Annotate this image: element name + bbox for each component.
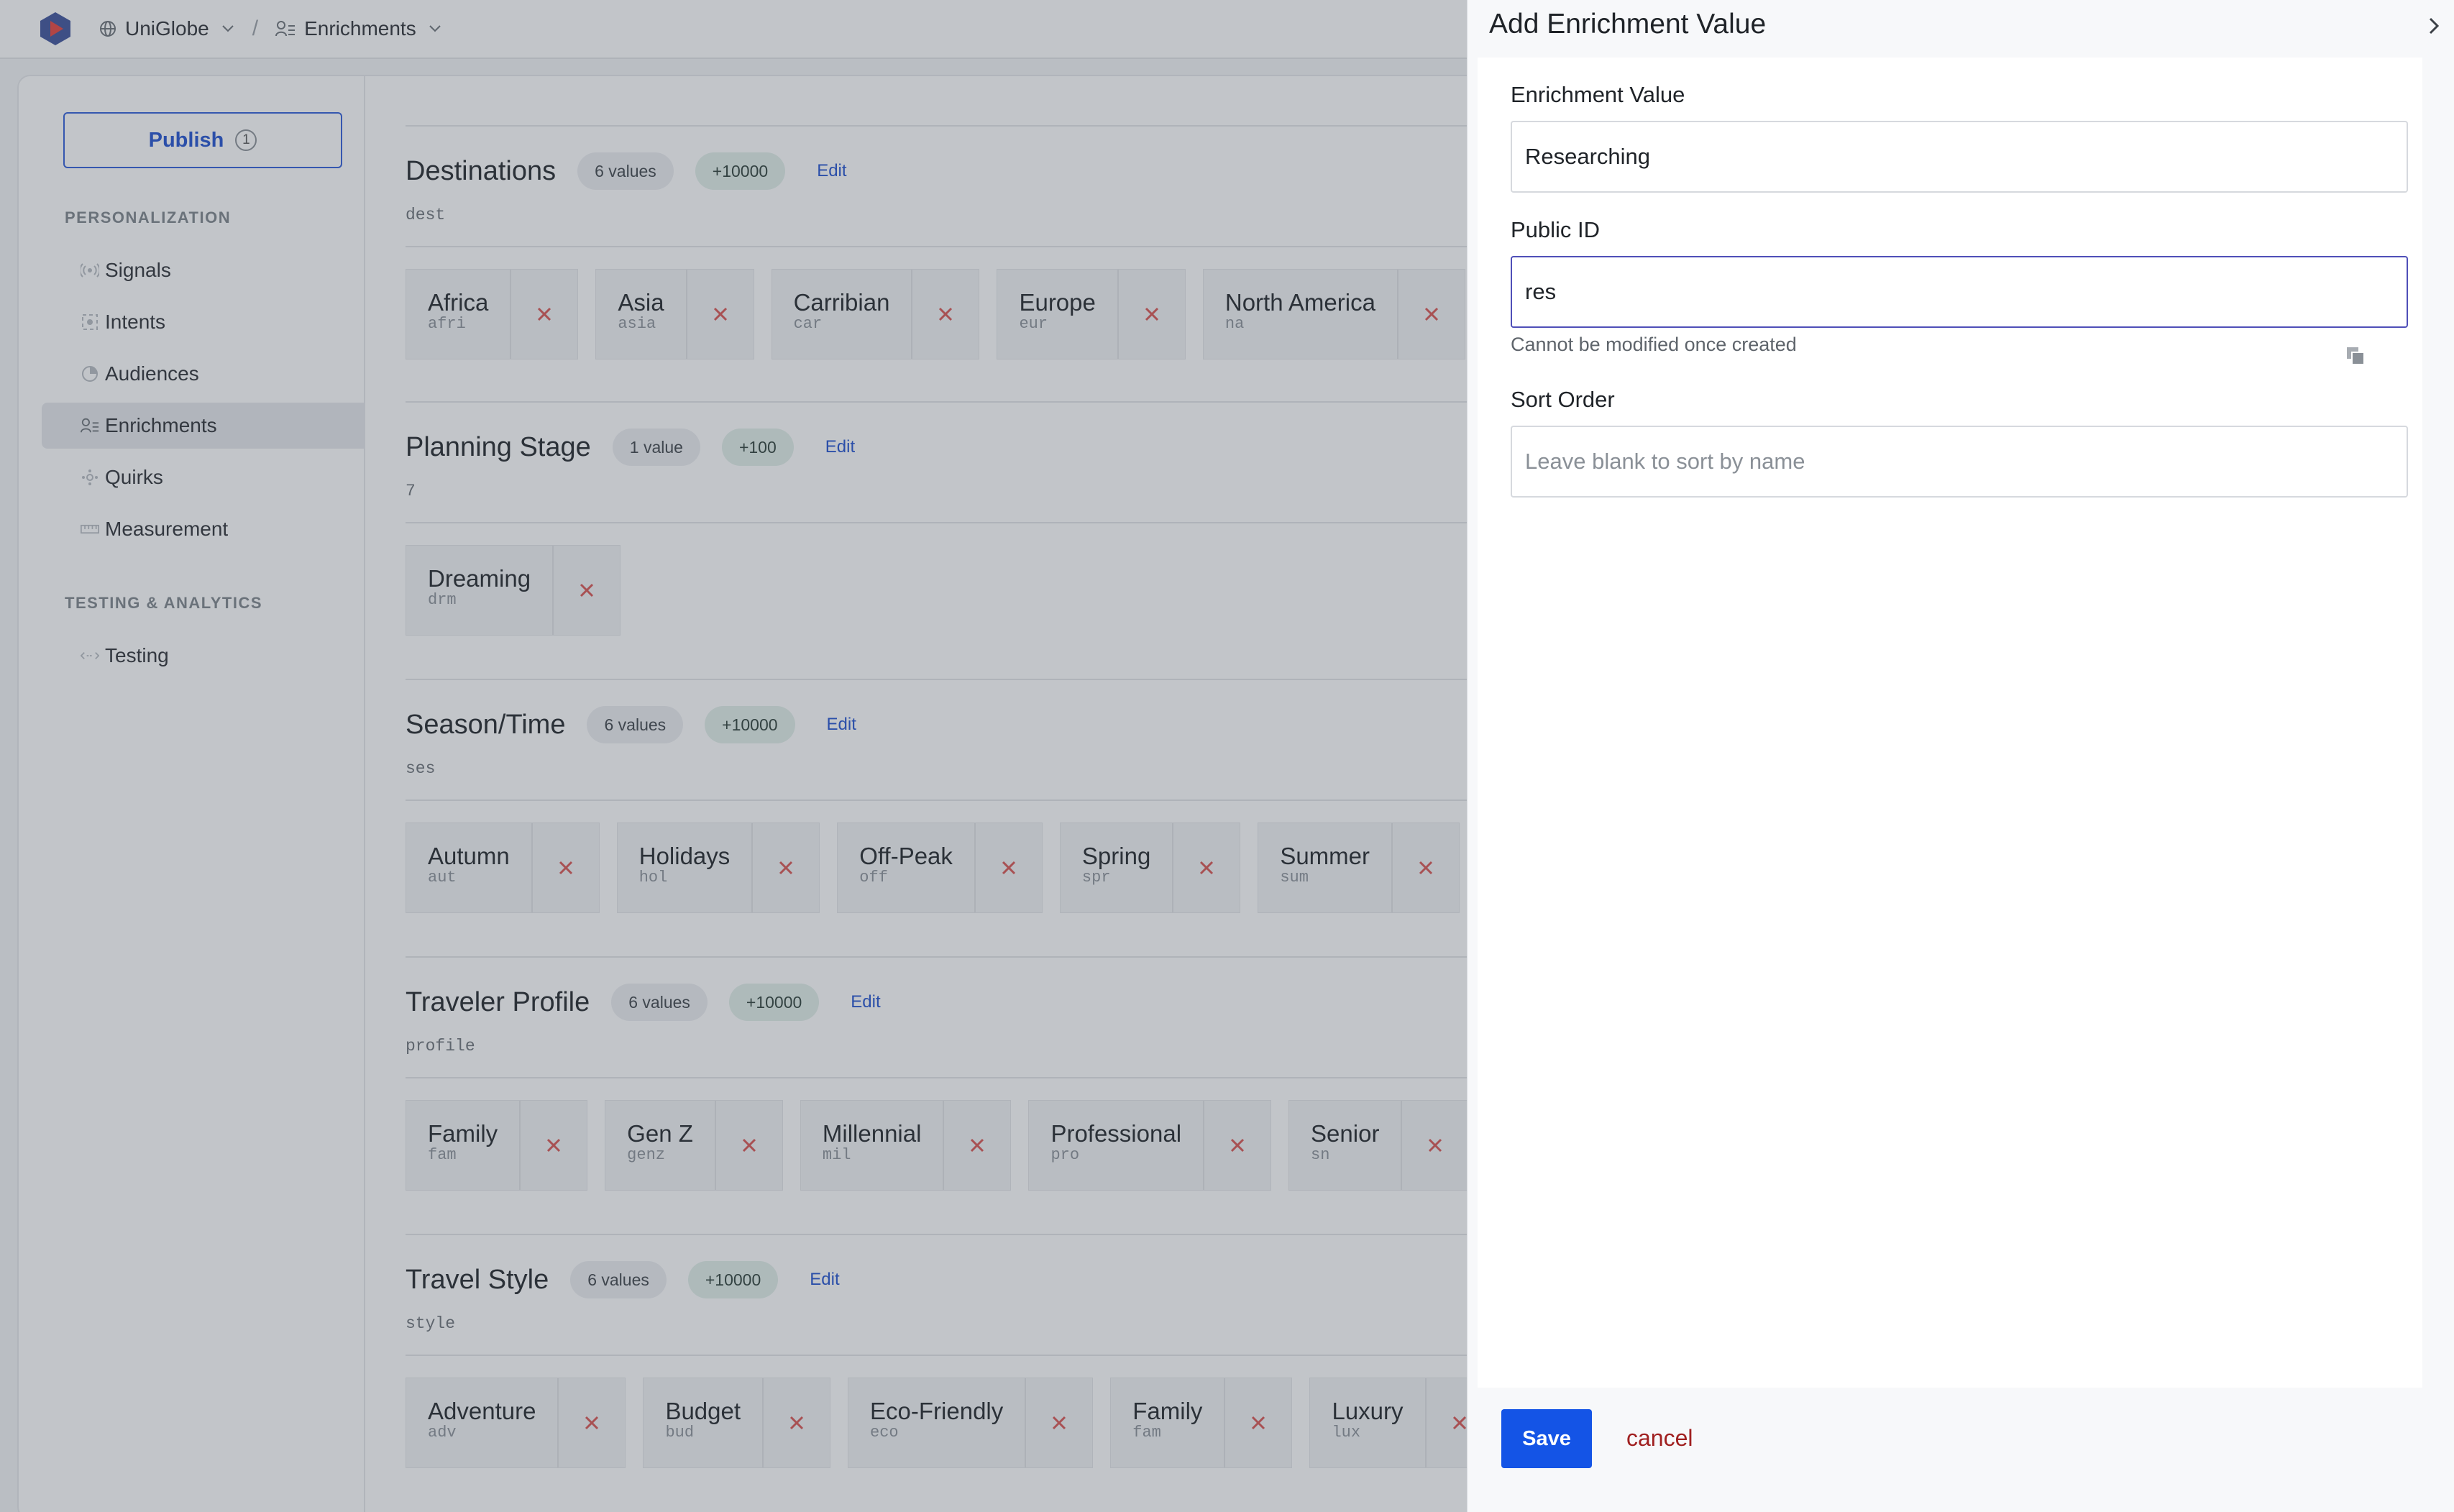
copy-icon — [2347, 347, 2365, 365]
modal-overlay[interactable] — [0, 0, 1467, 1512]
enrichment-value-input[interactable] — [1511, 121, 2408, 193]
sort-order-label: Sort Order — [1511, 387, 1615, 412]
public-id-input[interactable] — [1511, 256, 2408, 328]
drawer-form: Enrichment Value Public ID Cannot be mod… — [1478, 58, 2422, 1388]
close-drawer-button[interactable] — [2421, 12, 2447, 40]
save-button[interactable]: Save — [1501, 1409, 1592, 1468]
chevron-right-icon — [2429, 17, 2440, 35]
enrichment-value-label: Enrichment Value — [1511, 82, 1685, 107]
public-id-help-text: Cannot be modified once created — [1511, 334, 1797, 355]
drawer-title: Add Enrichment Value — [1489, 9, 1767, 40]
public-id-label: Public ID — [1511, 217, 1601, 242]
cancel-link[interactable]: cancel — [1626, 1425, 1693, 1452]
copy-button[interactable] — [2343, 344, 2368, 368]
add-enrichment-drawer: Add Enrichment Value Enrichment Value Pu… — [1467, 0, 2454, 1512]
sort-order-input[interactable] — [1511, 426, 2408, 498]
